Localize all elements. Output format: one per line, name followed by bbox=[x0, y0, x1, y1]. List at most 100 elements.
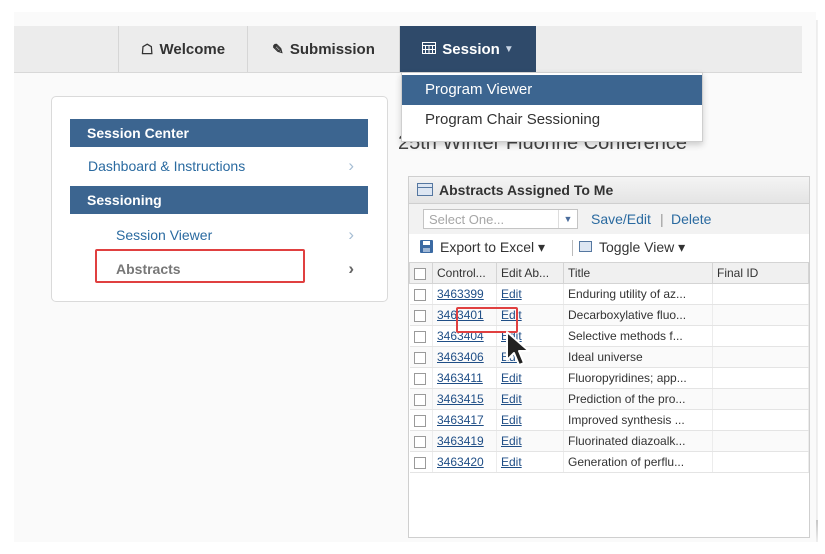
export-to-excel-button[interactable]: Export to Excel ▾ bbox=[440, 239, 545, 256]
final-id-cell bbox=[712, 367, 809, 389]
table-row: 3463417 Edit Improved synthesis ... bbox=[409, 409, 809, 431]
save-edit-link[interactable]: Save/Edit bbox=[591, 211, 651, 227]
edit-link[interactable]: Edit bbox=[501, 455, 522, 469]
saved-view-select[interactable]: Select One... ▼ bbox=[423, 209, 578, 229]
calendar-icon bbox=[422, 41, 437, 57]
nav-submission[interactable]: ✎ Submission bbox=[248, 26, 400, 72]
sidebar-item-session-viewer[interactable]: Session Viewer › bbox=[70, 221, 368, 249]
final-id-cell bbox=[712, 325, 809, 347]
row-checkbox-cell bbox=[409, 346, 433, 368]
checkbox[interactable] bbox=[413, 435, 426, 448]
checkbox[interactable] bbox=[413, 351, 426, 364]
control-id-link[interactable]: 3463399 bbox=[437, 287, 484, 301]
checkbox[interactable] bbox=[413, 309, 426, 322]
highlight-box-abstracts bbox=[95, 249, 305, 283]
checkbox[interactable] bbox=[413, 393, 426, 406]
panel-title: Abstracts Assigned To Me bbox=[439, 182, 614, 198]
pencil-icon: ✎ bbox=[272, 40, 284, 57]
edit-cell: Edit bbox=[496, 430, 564, 452]
nav-welcome-label: Welcome bbox=[159, 40, 226, 58]
edit-link[interactable]: Edit bbox=[501, 287, 522, 301]
toolbar-divider bbox=[572, 240, 573, 256]
row-checkbox-cell bbox=[409, 388, 433, 410]
control-id-cell: 3463406 bbox=[432, 346, 497, 368]
top-navbar: ☖ Welcome ✎ Submission Session ▼ bbox=[14, 26, 802, 73]
chevron-right-icon: › bbox=[348, 225, 354, 244]
control-id-link[interactable]: 3463417 bbox=[437, 413, 484, 427]
table-header-row: Control... Edit Ab... Title Final ID bbox=[409, 262, 809, 284]
title-cell: Fluorinated diazoalk... bbox=[563, 430, 713, 452]
checkbox[interactable] bbox=[413, 456, 426, 469]
edit-cell: Edit bbox=[496, 367, 564, 389]
final-id-cell bbox=[712, 430, 809, 452]
abstracts-table: Control... Edit Ab... Title Final ID 346… bbox=[409, 262, 809, 473]
delete-link[interactable]: Delete bbox=[671, 211, 711, 227]
filter-bar: Select One... ▼ Save/Edit | Delete bbox=[409, 204, 809, 234]
nav-session[interactable]: Session ▼ bbox=[400, 26, 536, 72]
final-id-cell bbox=[712, 388, 809, 410]
chevron-down-icon: ▼ bbox=[558, 210, 577, 228]
final-id-cell bbox=[712, 346, 809, 368]
column-header-title[interactable]: Title bbox=[563, 262, 713, 284]
select-all-checkbox-cell[interactable] bbox=[409, 262, 433, 284]
table-row: 3463399 Edit Enduring utility of az... bbox=[409, 283, 809, 305]
row-checkbox-cell bbox=[409, 451, 433, 473]
mouse-pointer-icon bbox=[506, 331, 530, 366]
edit-cell: Edit bbox=[496, 388, 564, 410]
abstracts-panel: Abstracts Assigned To Me Select One... ▼… bbox=[408, 176, 810, 538]
row-checkbox-cell bbox=[409, 367, 433, 389]
column-header-edit[interactable]: Edit Ab... bbox=[496, 262, 564, 284]
checkbox[interactable] bbox=[413, 330, 426, 343]
sidebar-item-label: Session Viewer bbox=[116, 227, 213, 243]
table-row: 3463415 Edit Prediction of the pro... bbox=[409, 388, 809, 410]
checkbox[interactable] bbox=[413, 414, 426, 427]
control-id-cell: 3463415 bbox=[432, 388, 497, 410]
nav-submission-label: Submission bbox=[289, 40, 375, 58]
app-window: ☖ Welcome ✎ Submission Session ▼ Program… bbox=[14, 12, 816, 542]
edit-link[interactable]: Edit bbox=[501, 413, 522, 427]
edit-link[interactable]: Edit bbox=[501, 434, 522, 448]
title-cell: Enduring utility of az... bbox=[563, 283, 713, 305]
control-id-link[interactable]: 3463411 bbox=[437, 371, 483, 385]
sidebar-header-session-center: Session Center bbox=[70, 119, 368, 147]
control-id-link[interactable]: 3463420 bbox=[437, 455, 484, 469]
control-id-cell: 3463417 bbox=[432, 409, 497, 431]
title-cell: Decarboxylative fluo... bbox=[563, 304, 713, 326]
title-cell: Generation of perflu... bbox=[563, 451, 713, 473]
sidebar-header-sessioning: Sessioning bbox=[70, 186, 368, 214]
home-icon: ☖ bbox=[140, 40, 154, 57]
control-id-link[interactable]: 3463406 bbox=[437, 350, 484, 364]
control-id-cell: 3463419 bbox=[432, 430, 497, 452]
row-checkbox-cell bbox=[409, 325, 433, 347]
final-id-cell bbox=[712, 451, 809, 473]
checkbox[interactable] bbox=[413, 288, 426, 301]
toggle-view-button[interactable]: Toggle View ▾ bbox=[599, 239, 685, 256]
edit-link[interactable]: Edit bbox=[501, 371, 522, 385]
chevron-right-icon: › bbox=[348, 259, 354, 278]
floppy-disk-icon bbox=[420, 240, 433, 253]
column-header-control[interactable]: Control... bbox=[432, 262, 497, 284]
edit-cell: Edit bbox=[496, 451, 564, 473]
title-cell: Ideal universe bbox=[563, 346, 713, 368]
menu-item-program-viewer[interactable]: Program Viewer bbox=[402, 75, 702, 105]
control-id-link[interactable]: 3463419 bbox=[437, 434, 484, 448]
sidebar-item-dashboard[interactable]: Dashboard & Instructions › bbox=[70, 152, 368, 180]
table-icon bbox=[579, 241, 592, 252]
edit-cell: Edit bbox=[496, 283, 564, 305]
column-header-final-id[interactable]: Final ID bbox=[712, 262, 809, 284]
checkbox[interactable] bbox=[414, 267, 426, 280]
table-icon bbox=[417, 183, 433, 196]
panel-header: Abstracts Assigned To Me bbox=[409, 177, 809, 204]
checkbox[interactable] bbox=[413, 372, 426, 385]
title-cell: Improved synthesis ... bbox=[563, 409, 713, 431]
toolbar: Export to Excel ▾ Toggle View ▾ bbox=[409, 235, 809, 261]
title-cell: Fluoropyridines; app... bbox=[563, 367, 713, 389]
table-row: 3463406EditIdeal universe bbox=[409, 346, 809, 368]
row-checkbox-cell bbox=[409, 304, 433, 326]
table-row: 3463420 Edit Generation of perflu... bbox=[409, 451, 809, 473]
control-id-link[interactable]: 3463415 bbox=[437, 392, 484, 406]
edit-link[interactable]: Edit bbox=[501, 392, 522, 406]
menu-item-program-chair-sessioning[interactable]: Program Chair Sessioning bbox=[402, 105, 702, 135]
nav-welcome[interactable]: ☖ Welcome bbox=[118, 26, 248, 72]
final-id-cell bbox=[712, 304, 809, 326]
